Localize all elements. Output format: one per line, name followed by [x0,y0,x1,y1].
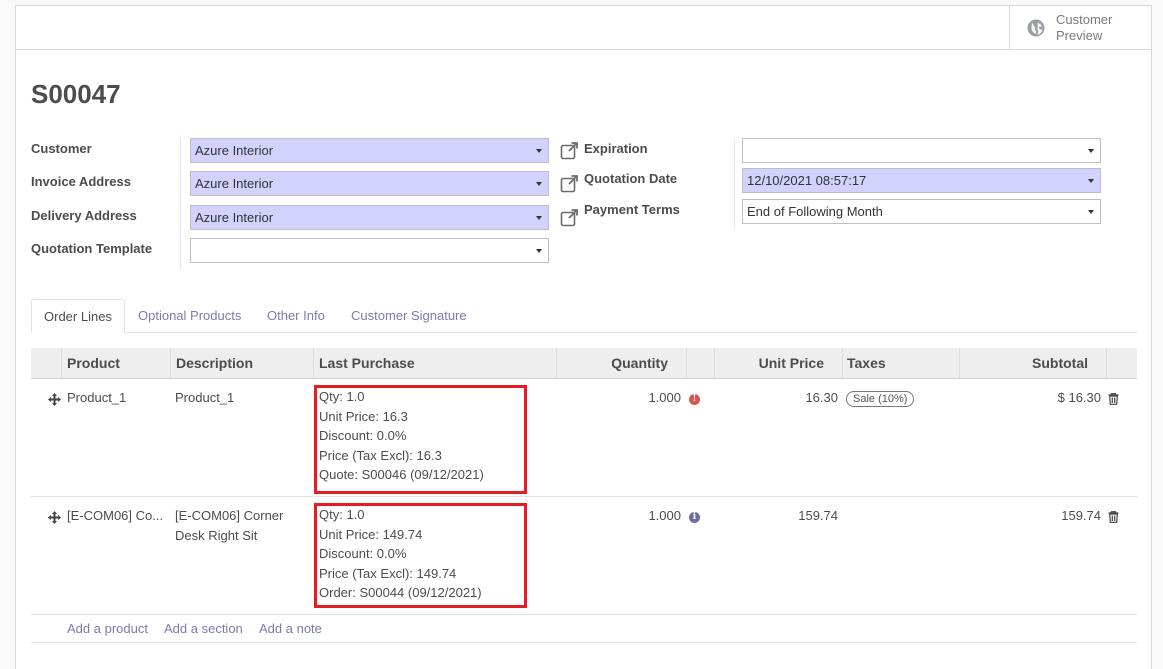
tax-badge[interactable]: Sale (10%) [846,391,915,407]
invoice-address-label: Invoice Address [31,174,131,189]
customer-preview-label: Customer Preview [1056,12,1113,43]
column-header-product[interactable]: Product [62,348,171,378]
row-subtotal: $ 16.30 [1057,390,1101,405]
row-unit-price[interactable]: 16.30 [731,388,838,408]
caret-down-icon[interactable] [536,182,542,186]
tab-order-lines[interactable]: Order Lines [31,299,125,333]
button-box: Customer Preview [16,6,1151,50]
tab-optional-products[interactable]: Optional Products [138,299,241,333]
payment-terms-label: Payment Terms [584,202,680,217]
column-header-last-purchase[interactable]: Last Purchase [314,348,557,378]
row-description: Product_1 [175,390,235,405]
quotation-template-field[interactable] [190,238,549,263]
row-quantity[interactable]: 1.000 [591,388,681,408]
invoice-address-value: Azure Interior [195,176,274,191]
warning-icon[interactable]: ! [689,394,700,405]
form-sheet: Customer Preview S00047 Customer Invoice… [15,5,1152,669]
caret-down-icon[interactable] [1088,210,1094,214]
column-header-description[interactable]: Description [171,348,314,378]
add-line-row: Add a product Add a section Add a note [31,615,1137,643]
globe-icon [1027,19,1045,37]
invoice-address-external-link-icon[interactable] [560,174,579,193]
row-quantity[interactable]: 1.000 [591,506,681,526]
payment-terms-field[interactable]: End of Following Month [742,199,1101,224]
caret-down-icon[interactable] [1088,149,1094,153]
tab-other-info[interactable]: Other Info [267,299,325,333]
delivery-address-label: Delivery Address [31,208,137,223]
quotation-date-field[interactable]: 12/10/2021 08:57:17 [742,168,1101,193]
highlight-box [314,385,527,494]
table-row[interactable]: [E-COM06] Co... [E-COM06] Corner Desk Ri… [31,497,1137,615]
quotation-date-label: Quotation Date [584,171,678,186]
info-icon[interactable]: i [689,512,700,523]
table-header: Product Description Last Purchase Quanti… [31,348,1137,379]
record-title: S00047 [31,79,121,109]
expiration-label: Expiration [584,141,648,156]
add-section-link[interactable]: Add a section [164,621,243,636]
column-header-unit-price[interactable]: Unit Price [715,348,843,378]
delivery-address-external-link-icon[interactable] [560,208,579,227]
table-header-handle [31,348,62,378]
column-header-blank [687,348,715,378]
column-header-subtotal[interactable]: Subtotal [960,348,1107,378]
trash-icon[interactable] [1108,511,1119,523]
customer-preview-button[interactable]: Customer Preview [1009,6,1151,50]
add-product-link[interactable]: Add a product [67,621,148,636]
move-handle-icon[interactable] [48,511,61,524]
caret-down-icon[interactable] [536,149,542,153]
customer-field[interactable]: Azure Interior [190,138,549,163]
delivery-address-field[interactable]: Azure Interior [190,205,549,230]
group-separator [734,138,735,230]
highlight-box [314,503,527,608]
quotation-date-value: 12/10/2021 08:57:17 [747,173,867,188]
table-row[interactable]: Product_1 Product_1 Qty: 1.0 Unit Price:… [31,379,1137,497]
quotation-template-label: Quotation Template [31,241,153,256]
row-subtotal: 159.74 [1061,508,1101,523]
group-separator [180,138,181,269]
customer-value: Azure Interior [195,143,274,158]
delivery-address-value: Azure Interior [195,210,274,225]
customer-external-link-icon[interactable] [560,141,579,160]
invoice-address-field[interactable]: Azure Interior [190,171,549,196]
payment-terms-value: End of Following Month [747,204,883,219]
column-header-quantity[interactable]: Quantity [557,348,687,378]
caret-down-icon[interactable] [536,249,542,253]
column-header-taxes[interactable]: Taxes [843,348,960,378]
trash-icon[interactable] [1108,393,1119,405]
move-handle-icon[interactable] [48,393,61,406]
row-unit-price[interactable]: 159.74 [731,506,838,526]
expiration-field[interactable] [742,138,1101,163]
customer-label: Customer [31,141,92,156]
caret-down-icon[interactable] [536,216,542,220]
row-product: Product_1 [67,390,127,405]
notebook-tabs: Order Lines Optional Products Other Info… [31,299,1137,333]
caret-down-icon[interactable] [1088,179,1094,183]
add-note-link[interactable]: Add a note [259,621,322,636]
row-product: [E-COM06] Co... [67,508,164,523]
row-description: [E-COM06] Corner Desk Right Sit [175,508,284,543]
tab-customer-signature[interactable]: Customer Signature [351,299,467,333]
